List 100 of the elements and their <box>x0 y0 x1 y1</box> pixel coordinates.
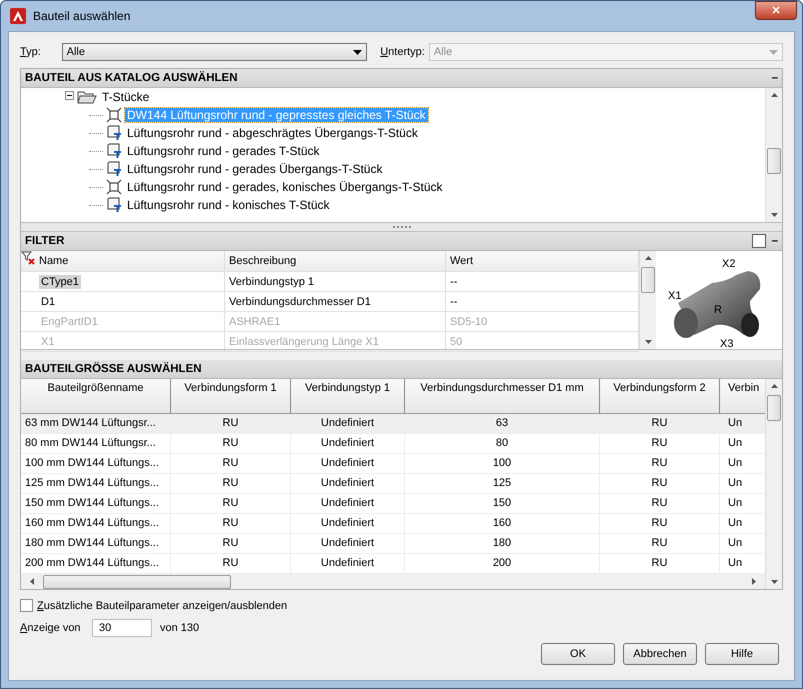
column-header[interactable]: Verbindungsdurchmesser D1 mm <box>405 379 600 413</box>
part-icon <box>106 107 122 123</box>
checkbox-label[interactable]: Zusätzliche Bauteilparameter anzeigen/ausblenden <box>37 600 288 612</box>
table-cell: Undefiniert <box>291 434 405 453</box>
table-cell: 63 mm DW144 Lüftungsr... <box>21 414 171 433</box>
table-cell: Undefiniert <box>291 454 405 473</box>
table-cell: ASHRAE1 <box>225 312 446 331</box>
scrollbar[interactable] <box>765 379 782 589</box>
table-cell: 125 <box>405 474 600 493</box>
tree-item[interactable]: T-Stücke <box>100 90 152 104</box>
scroll-down-icon[interactable] <box>644 340 652 344</box>
table-row[interactable]: 63 mm DW144 Lüftungsr... RU Undefiniert 63 RU Un <box>21 414 765 434</box>
table-cell: RU <box>600 554 720 573</box>
count-input-field[interactable]: 30 <box>92 619 152 637</box>
table-row[interactable]: 150 mm DW144 Lüftungs... RU Undefiniert 150 RU Un <box>21 494 765 514</box>
part-icon <box>106 179 122 195</box>
table-cell: Undefiniert <box>291 514 405 533</box>
table-cell[interactable]: D1 <box>39 294 58 308</box>
scroll-thumb[interactable] <box>767 395 781 421</box>
type-dropdown[interactable]: Alle <box>62 43 368 61</box>
table-cell: RU <box>171 414 291 433</box>
table-cell: 125 mm DW144 Lüftungs... <box>21 474 171 493</box>
collapse-toggle-icon[interactable] <box>65 91 74 103</box>
section-title: FILTER <box>25 235 66 247</box>
table-row[interactable]: D1 Verbindungsdurchmesser D1 -- <box>21 292 639 312</box>
table-cell: 63 <box>405 414 600 433</box>
table-cell: Undefiniert <box>291 494 405 513</box>
scrollbar[interactable] <box>639 251 656 349</box>
table-cell: 80 mm DW144 Lüftungsr... <box>21 434 171 453</box>
tree-item[interactable]: Lüftungsrohr rund - gerades T-Stück <box>125 144 322 158</box>
table-cell: RU <box>171 474 291 493</box>
tree-item[interactable]: Lüftungsrohr rund - abgeschrägtes Übergangs-T-Stück <box>125 126 420 140</box>
dialog-button[interactable]: Hilfe <box>705 643 779 665</box>
table-cell: 180 <box>405 534 600 553</box>
table-row[interactable]: 100 mm DW144 Lüftungs... RU Undefiniert 100 RU Un <box>21 454 765 474</box>
scroll-thumb[interactable] <box>43 574 231 588</box>
part-icon <box>106 197 122 213</box>
table-cell: RU <box>171 534 291 553</box>
table-cell: Undefiniert <box>291 414 405 433</box>
dimension-label: X1 <box>668 290 682 302</box>
table-cell: Verbindungstyp 1 <box>225 272 446 291</box>
table-cell: RU <box>600 494 720 513</box>
tree-item[interactable]: Lüftungsrohr rund - konisches T-Stück <box>125 198 332 212</box>
part-icon <box>106 125 122 141</box>
table-cell: 180 mm DW144 Lüftungs... <box>21 534 171 553</box>
dropdown-caret-icon[interactable] <box>353 50 362 54</box>
table-cell: RU <box>171 494 291 513</box>
table-cell[interactable]: CType1 <box>39 274 81 288</box>
scroll-down-icon[interactable] <box>770 213 778 217</box>
folder-icon <box>77 90 97 104</box>
scroll-up-icon[interactable] <box>770 384 778 388</box>
table-cell: 200 mm DW144 Lüftungs... <box>21 554 171 573</box>
table-cell: Verbindungsdurchmesser D1 <box>225 292 446 311</box>
column-header[interactable]: Verbindungsform 1 <box>171 379 291 413</box>
table-cell: 100 <box>405 454 600 473</box>
tree-item[interactable]: Lüftungsrohr rund - gerades Übergangs-T-Stück <box>125 162 384 176</box>
scroll-left-icon[interactable] <box>30 578 34 585</box>
table-cell: 160 <box>405 514 600 533</box>
checkbox[interactable] <box>20 599 33 612</box>
scroll-up-icon[interactable] <box>644 256 652 260</box>
scrollbar[interactable] <box>765 88 782 222</box>
table-cell: RU <box>600 474 720 493</box>
scrollbar[interactable] <box>21 574 765 589</box>
toggle-square-icon[interactable] <box>752 234 766 248</box>
dialog-button[interactable]: Abbrechen <box>623 643 697 665</box>
scroll-thumb[interactable] <box>641 267 655 293</box>
table-cell: 80 <box>405 434 600 453</box>
scroll-right-icon[interactable] <box>752 578 756 585</box>
table-row[interactable]: CType1 Verbindungstyp 1 -- <box>21 272 639 292</box>
dialog-button[interactable]: OK <box>541 643 615 665</box>
scroll-thumb[interactable] <box>767 148 781 174</box>
column-header[interactable]: Beschreibung <box>225 251 446 271</box>
table-cell: RU <box>171 514 291 533</box>
table-cell: 200 <box>405 554 600 573</box>
clear-filter-icon[interactable] <box>21 251 35 265</box>
collapse-button[interactable]: – <box>772 235 778 247</box>
tree-item[interactable]: Lüftungsrohr rund - gerades, konisches Übergangs-T-Stück <box>125 180 444 194</box>
collapse-button[interactable]: – <box>772 72 778 84</box>
scroll-up-icon[interactable] <box>770 93 778 97</box>
type-label: Typ: <box>20 46 42 58</box>
table-cell: Einlassverlängerung Länge X1 <box>225 332 446 351</box>
window-title: Bauteil auswählen <box>33 9 130 23</box>
table-cell: Undefiniert <box>291 534 405 553</box>
display-count-label: Anzeige von <box>20 622 82 634</box>
table-row[interactable]: 160 mm DW144 Lüftungs... RU Undefiniert 160 RU Un <box>21 514 765 534</box>
total-count-label: von 130 <box>160 622 200 634</box>
table-row[interactable]: 180 mm DW144 Lüftungs... RU Undefiniert 180 RU Un <box>21 534 765 554</box>
table-row[interactable]: 125 mm DW144 Lüftungs... RU Undefiniert 125 RU Un <box>21 474 765 494</box>
column-header[interactable]: Bauteilgrößenname <box>21 379 171 413</box>
scroll-down-icon[interactable] <box>770 580 778 584</box>
table-cell: RU <box>600 434 720 453</box>
column-header[interactable]: Name <box>21 251 225 271</box>
column-header[interactable]: Verbindungsform 2 <box>600 379 720 413</box>
table-cell: 150 mm DW144 Lüftungs... <box>21 494 171 513</box>
table-cell: RU <box>600 414 720 433</box>
dimension-label: X2 <box>722 258 736 270</box>
table-cell: RU <box>600 514 720 533</box>
table-row[interactable]: 80 mm DW144 Lüftungsr... RU Undefiniert 80 RU Un <box>21 434 765 454</box>
part-icon <box>106 161 122 177</box>
column-header[interactable]: Verbindungstyp 1 <box>291 379 405 413</box>
